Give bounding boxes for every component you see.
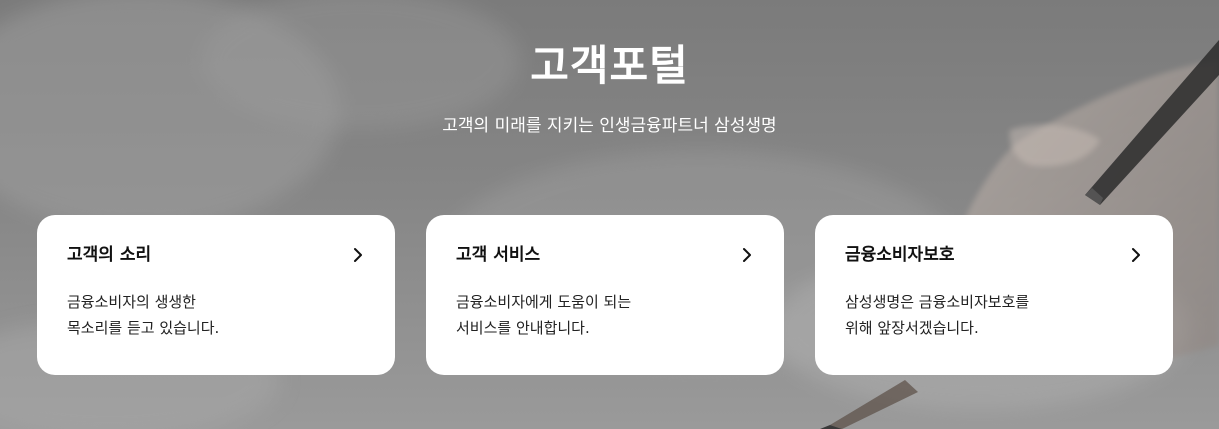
card-header: 금융소비자보호: [845, 241, 1143, 269]
chevron-right-icon: [354, 248, 362, 262]
page-subtitle: 고객의 미래를 지키는 인생금융파트너 삼성생명: [442, 116, 777, 136]
page-title: 고객포털: [530, 41, 689, 90]
card-header: 고객의 소리: [67, 241, 365, 269]
consumer-protection-card[interactable]: 금융소비자보호 삼성생명은 금융소비자보호를 위해 앞장서겠습니다.: [815, 215, 1173, 375]
chevron-right-icon: [743, 248, 751, 262]
card-description-line: 위해 앞장서겠습니다.: [845, 319, 979, 337]
card-description-line: 금융소비자에게 도움이 되는: [456, 293, 632, 311]
customer-voice-card[interactable]: 고객의 소리 금융소비자의 생생한 목소리를 듣고 있습니다.: [37, 215, 395, 375]
card-description-line: 목소리를 듣고 있습니다.: [67, 319, 220, 337]
card-header: 고객 서비스: [456, 241, 754, 269]
card-description: 금융소비자에게 도움이 되는 서비스를 안내합니다.: [456, 289, 754, 341]
customer-portal-hero: 고객포털 고객의 미래를 지키는 인생금융파트너 삼성생명 고객의 소리 금융소…: [0, 0, 1219, 429]
card-title: 고객의 소리: [67, 245, 152, 265]
card-title: 금융소비자보호: [845, 245, 955, 265]
card-description-line: 삼성생명은 금융소비자보호를: [845, 293, 1030, 311]
card-description: 삼성생명은 금융소비자보호를 위해 앞장서겠습니다.: [845, 289, 1143, 341]
chevron-right-icon: [1132, 248, 1140, 262]
card-description: 금융소비자의 생생한 목소리를 듣고 있습니다.: [67, 289, 365, 341]
card-description-line: 금융소비자의 생생한: [67, 293, 196, 311]
card-description-line: 서비스를 안내합니다.: [456, 319, 590, 337]
customer-service-card[interactable]: 고객 서비스 금융소비자에게 도움이 되는 서비스를 안내합니다.: [426, 215, 784, 375]
card-title: 고객 서비스: [456, 245, 541, 265]
